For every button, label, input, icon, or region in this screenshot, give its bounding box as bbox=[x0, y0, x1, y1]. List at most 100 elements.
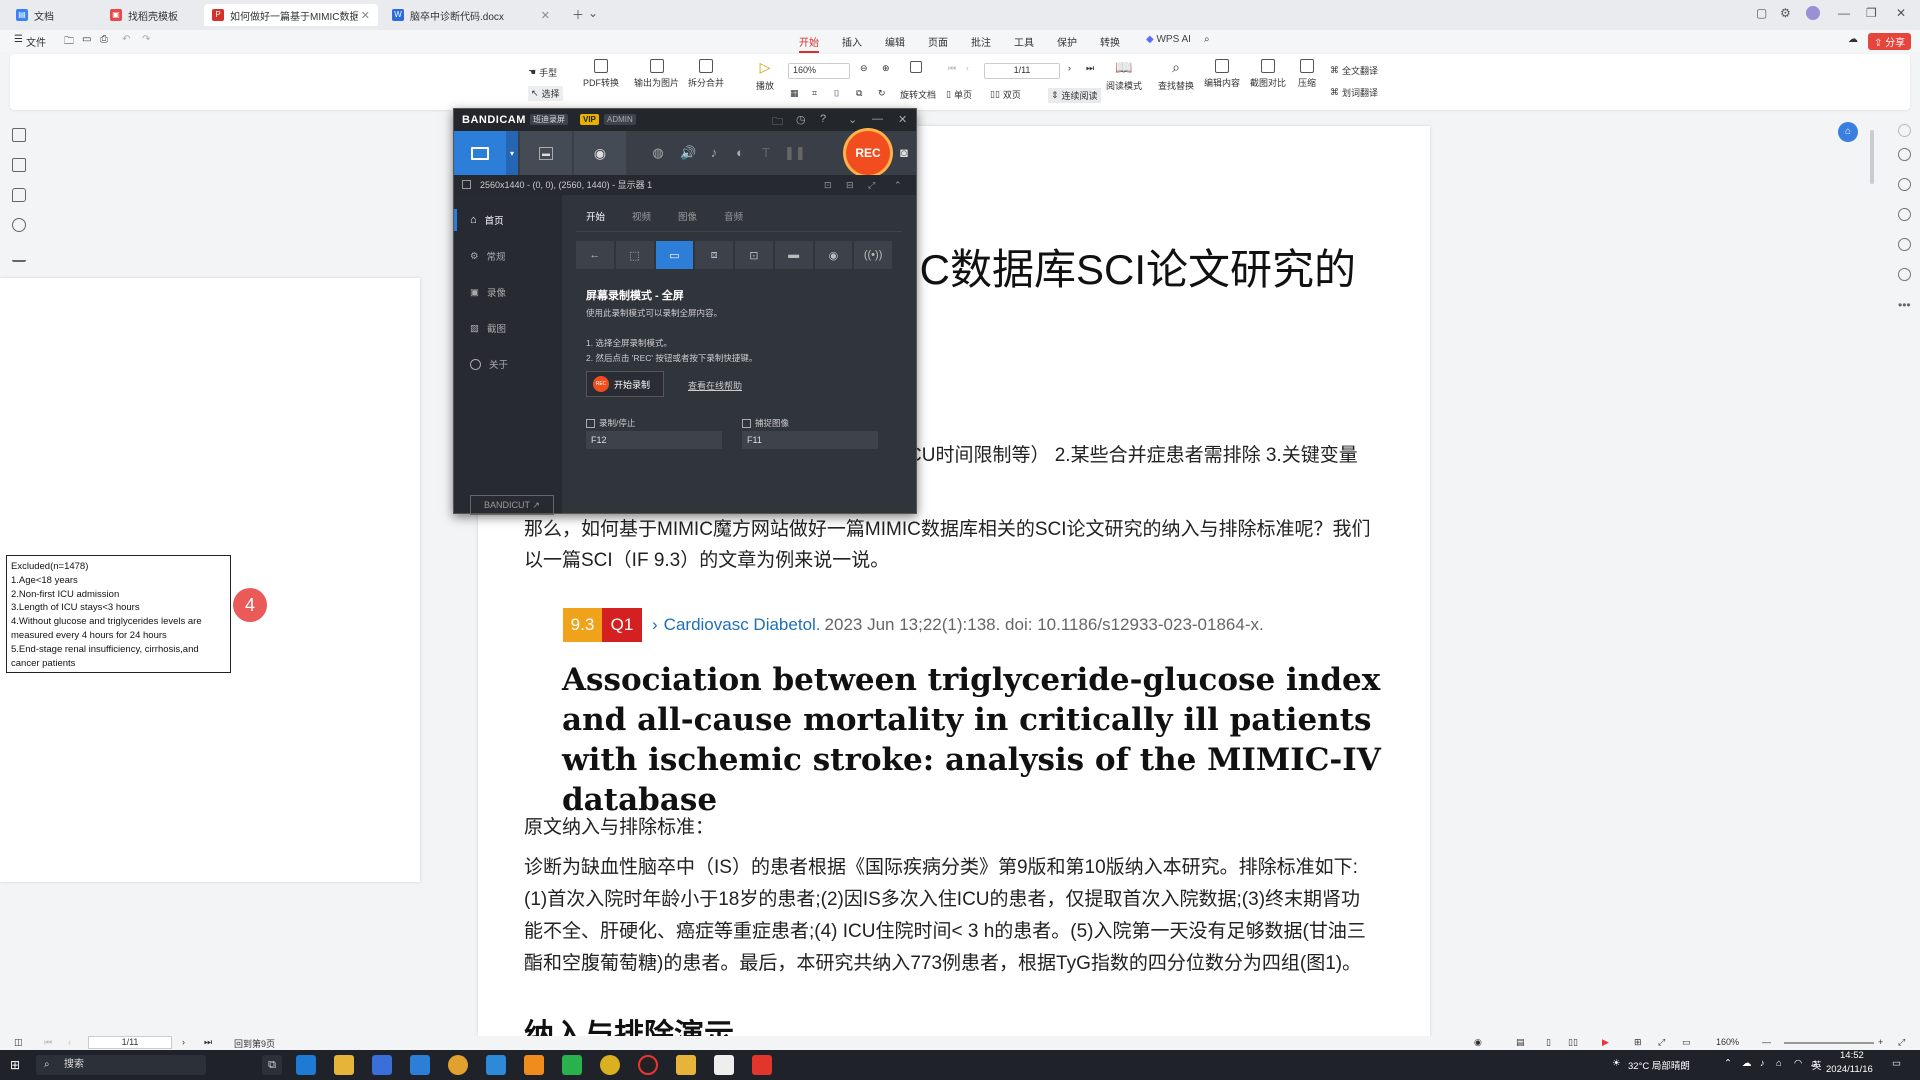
wps-ai-button[interactable]: ◆ WPS AI bbox=[1146, 34, 1191, 45]
view-icon[interactable]: ▭ bbox=[1682, 1037, 1691, 1048]
sidebar-toggle-icon[interactable]: ◫ bbox=[14, 1037, 23, 1048]
mic-icon[interactable]: ♪ bbox=[1760, 1058, 1765, 1069]
view-icon-1[interactable]: ▦ bbox=[790, 88, 799, 99]
menu-protect[interactable]: 保护 bbox=[1057, 34, 1077, 49]
tab-image[interactable]: 图像 bbox=[678, 209, 697, 223]
zoom-in-icon[interactable]: + bbox=[1878, 1037, 1883, 1047]
qq-icon[interactable] bbox=[714, 1055, 734, 1075]
app-icon[interactable] bbox=[486, 1055, 506, 1075]
journal-link[interactable]: Cardiovasc Diabetol. bbox=[664, 615, 821, 635]
help-icon[interactable]: ? bbox=[820, 113, 826, 125]
chevron-down-icon[interactable]: ⌄ bbox=[588, 6, 598, 20]
area-checkbox[interactable] bbox=[462, 180, 471, 189]
full-translate-button[interactable]: ⌘ 全文翻译 bbox=[1330, 64, 1378, 77]
attachment-icon[interactable] bbox=[12, 218, 26, 232]
store-icon[interactable] bbox=[372, 1055, 392, 1075]
avatar[interactable] bbox=[1806, 6, 1820, 20]
device-mode-icon[interactable]: ▬ bbox=[774, 241, 813, 269]
search-icon[interactable]: ⌕ bbox=[1204, 34, 1210, 45]
translate-icon[interactable] bbox=[1898, 178, 1911, 191]
chrome-icon[interactable] bbox=[448, 1055, 468, 1075]
double-page-button[interactable]: ▯▯ 双页 bbox=[990, 88, 1021, 101]
redo-icon[interactable]: ↷ bbox=[142, 34, 150, 45]
thumbnail-icon[interactable] bbox=[12, 158, 26, 172]
hotkey-capture-field[interactable]: F11 bbox=[742, 431, 878, 449]
bandicut-button[interactable]: BANDICUT ↗ bbox=[470, 495, 554, 515]
wechat-icon[interactable] bbox=[562, 1055, 582, 1075]
record-settings-icon[interactable]: ⊡ bbox=[824, 175, 832, 195]
tab-video[interactable]: 视频 bbox=[632, 209, 651, 223]
zoom-select[interactable]: 160% bbox=[788, 63, 850, 79]
screenshot-settings-icon[interactable]: ⊟ bbox=[846, 175, 854, 195]
continuous-read-button[interactable]: ⇕ 连续阅读 bbox=[1048, 88, 1101, 103]
save-icon[interactable]: ▭ bbox=[82, 34, 91, 45]
search-icon[interactable] bbox=[1898, 148, 1911, 161]
mail-icon[interactable] bbox=[410, 1055, 430, 1075]
double-page-icon[interactable]: ▯▯ bbox=[1568, 1037, 1578, 1048]
prev-page-icon[interactable]: ‹ bbox=[966, 63, 969, 73]
minimize-icon[interactable]: — bbox=[1838, 6, 1850, 20]
rotate-doc-button[interactable]: 旋转文档 bbox=[900, 88, 936, 101]
bookmark-icon[interactable]: ⌷ bbox=[834, 88, 839, 99]
game-mode-icon[interactable]: ◉ bbox=[814, 241, 853, 269]
crop-icon[interactable]: ⌗ bbox=[812, 88, 817, 99]
speaker-icon[interactable]: 🔊 bbox=[680, 145, 696, 161]
last-page-icon[interactable]: ⏭ bbox=[1086, 63, 1094, 74]
sidebar-item-home[interactable]: ⌂ 首页 bbox=[454, 205, 556, 235]
zoom-out-icon[interactable]: — bbox=[1762, 1037, 1771, 1047]
pause-icon[interactable]: ❚❚ bbox=[784, 145, 806, 161]
select-tool-button[interactable]: ↖ 选择 bbox=[528, 86, 563, 101]
more-icon[interactable]: ••• bbox=[1898, 298, 1911, 312]
prev-page-icon[interactable]: ‹ bbox=[68, 1037, 71, 1047]
zoom-slider[interactable] bbox=[1784, 1042, 1874, 1044]
checkbox[interactable] bbox=[742, 418, 751, 428]
bandicam-titlebar[interactable]: BANDICAM 班迪录屏 VIP ADMIN 🗀 ◷ ? ⌄ — ✕ bbox=[454, 109, 916, 131]
notification-icon[interactable]: ▭ bbox=[1892, 1058, 1901, 1069]
share-button[interactable]: ⇪ 分享 bbox=[1868, 33, 1912, 50]
camera-icon[interactable]: ◙ bbox=[896, 145, 912, 161]
app-icon[interactable] bbox=[600, 1055, 620, 1075]
sidebar-item-screenshot[interactable]: ▨ 截图 bbox=[460, 313, 556, 343]
single-page-button[interactable]: ▯ 单页 bbox=[946, 88, 972, 101]
folder-icon[interactable] bbox=[676, 1055, 696, 1075]
single-page-icon[interactable]: ▯ bbox=[1546, 1037, 1551, 1048]
sidebar-item-general[interactable]: ⚙ 常规 bbox=[460, 241, 556, 271]
game-mode-button[interactable]: ◉ bbox=[574, 131, 626, 175]
edit-content-button[interactable]: 编辑内容 bbox=[1204, 59, 1240, 89]
tab-audio[interactable]: 音频 bbox=[724, 209, 743, 223]
timer-icon[interactable]: ◷ bbox=[796, 113, 806, 126]
menu-page[interactable]: 页面 bbox=[928, 34, 948, 49]
bandicam-window[interactable]: BANDICAM 班迪录屏 VIP ADMIN 🗀 ◷ ? ⌄ — ✕ ▾ ▬ … bbox=[453, 108, 917, 515]
taskbar-search[interactable]: ⌕ 搜索 bbox=[36, 1055, 206, 1075]
sidebar-item-video[interactable]: ▣ 录像 bbox=[460, 277, 556, 307]
weather[interactable]: 32°C 局部晴朗 bbox=[1628, 1058, 1690, 1072]
vertical-scrollbar[interactable] bbox=[1870, 130, 1874, 184]
audio-only-icon[interactable]: ((•)) bbox=[854, 241, 892, 269]
window-mode-icon[interactable]: ⊡ bbox=[735, 241, 773, 269]
checkbox[interactable] bbox=[586, 418, 595, 428]
play-button[interactable]: ▷ 播放 bbox=[756, 59, 774, 92]
compare-button[interactable]: 截图对比 bbox=[1250, 59, 1286, 89]
compress-button[interactable]: 压缩 bbox=[1298, 59, 1316, 89]
online-help-link[interactable]: 查看在线帮助 bbox=[688, 379, 742, 392]
floating-assistant-icon[interactable]: ⌂ bbox=[1838, 122, 1858, 142]
wifi-icon[interactable]: ◠ bbox=[1794, 1058, 1802, 1069]
zoom-level[interactable]: 160% bbox=[1716, 1037, 1739, 1047]
chevron-up-icon[interactable]: ⌃ bbox=[894, 175, 902, 195]
settings-icon[interactable]: ⚙ bbox=[1780, 6, 1791, 20]
rotate-icon[interactable]: ↻ bbox=[878, 88, 886, 99]
expand-icon[interactable]: ⤢ bbox=[868, 175, 875, 195]
cloud-icon[interactable]: ☁ bbox=[1848, 34, 1858, 45]
tab-current-pdf[interactable]: P 如何做好一篇基于MIMIC数据... ✕ bbox=[204, 4, 378, 26]
page-number-input[interactable]: 1/11 bbox=[984, 63, 1060, 79]
compact-icon[interactable]: ⌄ bbox=[848, 113, 857, 126]
tab-start[interactable]: 开始 bbox=[586, 209, 605, 223]
restore-icon[interactable]: ❐ bbox=[1866, 6, 1877, 20]
settings-icon[interactable] bbox=[1898, 208, 1911, 221]
signature-icon[interactable] bbox=[12, 248, 26, 262]
screen-mode-button[interactable] bbox=[454, 131, 506, 175]
windows-start-icon[interactable]: ⊞ bbox=[10, 1058, 20, 1072]
task-view-icon[interactable]: ⧉ bbox=[262, 1055, 282, 1075]
bandicam-taskbar-icon[interactable] bbox=[638, 1055, 658, 1075]
bookmark-icon[interactable] bbox=[12, 128, 26, 142]
